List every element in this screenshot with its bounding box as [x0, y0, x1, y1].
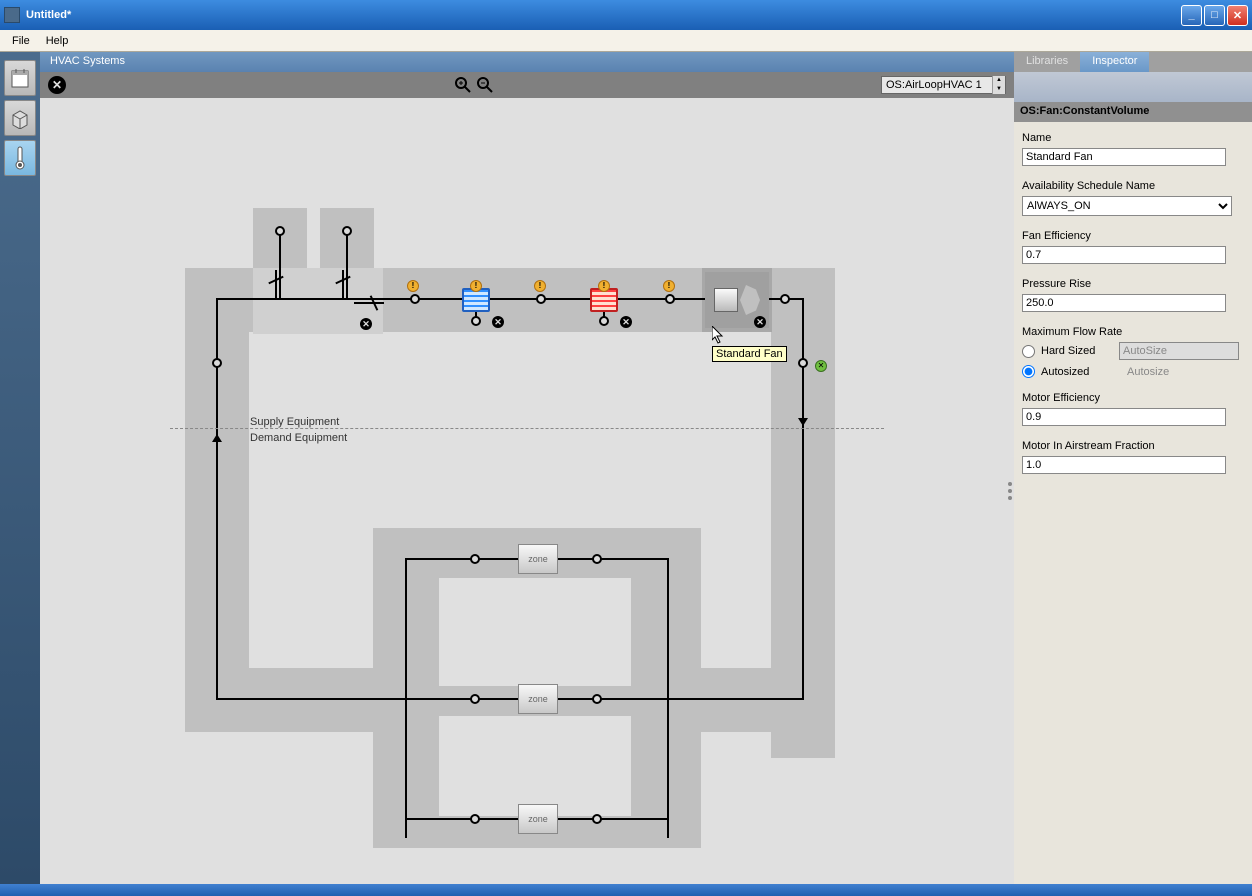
hardsized-input [1119, 342, 1239, 360]
avail-label: Availability Schedule Name [1022, 180, 1244, 192]
motorair-label: Motor In Airstream Fraction [1022, 440, 1244, 452]
close-button[interactable]: ✕ [1227, 5, 1248, 26]
name-input[interactable] [1022, 148, 1226, 166]
titlebar: Untitled* _ □ ✕ [0, 0, 1252, 30]
cube-icon [9, 107, 31, 129]
node[interactable] [342, 226, 352, 236]
warning-icon[interactable]: ! [534, 280, 546, 292]
autosized-label: Autosized [1041, 366, 1113, 378]
node[interactable] [275, 226, 285, 236]
node[interactable] [592, 814, 602, 824]
zone-component[interactable]: zone [518, 684, 558, 714]
motoreff-label: Motor Efficiency [1022, 392, 1244, 404]
delete-loop-button[interactable]: ✕ [48, 76, 66, 94]
node[interactable] [798, 358, 808, 368]
error-icon[interactable]: ✕ [620, 316, 632, 328]
node[interactable] [470, 554, 480, 564]
left-rail [0, 52, 40, 884]
window-title: Untitled* [26, 9, 1181, 21]
zone-component[interactable]: zone [518, 804, 558, 834]
node[interactable] [592, 694, 602, 704]
node[interactable] [471, 316, 481, 326]
add-node-icon[interactable]: ✕ [815, 360, 827, 372]
menu-help[interactable]: Help [38, 33, 77, 49]
warning-icon[interactable]: ! [598, 280, 610, 292]
node[interactable] [592, 554, 602, 564]
calendar-icon [10, 67, 30, 89]
tab-libraries[interactable]: Libraries [1014, 52, 1080, 72]
motorair-input[interactable] [1022, 456, 1226, 474]
toolbar: ✕ ▲▼ [40, 72, 1014, 98]
thermometer-icon [13, 145, 27, 171]
loop-selector[interactable]: ▲▼ [881, 76, 1006, 94]
hardsized-radio[interactable] [1022, 345, 1035, 358]
faneff-label: Fan Efficiency [1022, 230, 1244, 242]
demand-label: Demand Equipment [250, 432, 347, 444]
error-icon[interactable]: ✕ [754, 316, 766, 328]
pressure-label: Pressure Rise [1022, 278, 1244, 290]
cursor-icon [712, 326, 726, 351]
warning-icon[interactable]: ! [470, 280, 482, 292]
node[interactable] [665, 294, 675, 304]
zoom-out-button[interactable] [476, 76, 494, 94]
motoreff-input[interactable] [1022, 408, 1226, 426]
panel-resize-grip[interactable] [1006, 476, 1014, 506]
zoom-in-button[interactable] [454, 76, 472, 94]
tab-inspector[interactable]: Inspector [1080, 52, 1149, 72]
node[interactable] [599, 316, 609, 326]
maximize-button[interactable]: □ [1204, 5, 1225, 26]
diagram-canvas[interactable]: Supply Equipment Demand Equipment [40, 98, 1014, 884]
hardsized-label: Hard Sized [1041, 345, 1113, 357]
avail-select[interactable]: AlWAYS_ON [1022, 196, 1232, 216]
damper-component[interactable] [332, 274, 356, 298]
node[interactable] [470, 694, 480, 704]
damper-component[interactable] [265, 274, 289, 298]
error-icon[interactable]: ✕ [360, 318, 372, 330]
zoom-out-icon [477, 77, 493, 93]
inspector-sub-header [1014, 72, 1252, 102]
autosize-text: Autosize [1127, 366, 1169, 378]
zoom-in-icon [455, 77, 471, 93]
statusbar [0, 884, 1252, 896]
fan-blade-icon [740, 285, 760, 315]
loop-selector-input[interactable] [882, 77, 992, 93]
rail-hvac-button[interactable] [4, 140, 36, 176]
app-icon [4, 7, 20, 23]
warning-icon[interactable]: ! [663, 280, 675, 292]
loop-spinner[interactable]: ▲▼ [992, 76, 1005, 94]
node[interactable] [780, 294, 790, 304]
zone-component[interactable]: zone [518, 544, 558, 574]
node[interactable] [536, 294, 546, 304]
section-header: HVAC Systems [40, 52, 1014, 72]
menubar: File Help [0, 30, 1252, 52]
rail-schedule-button[interactable] [4, 60, 36, 96]
error-icon[interactable]: ✕ [492, 316, 504, 328]
minimize-button[interactable]: _ [1181, 5, 1202, 26]
faneff-input[interactable] [1022, 246, 1226, 264]
warning-icon[interactable]: ! [407, 280, 419, 292]
pressure-input[interactable] [1022, 294, 1226, 312]
supply-label: Supply Equipment [250, 416, 339, 428]
maxflow-label: Maximum Flow Rate [1022, 326, 1244, 338]
menu-file[interactable]: File [4, 33, 38, 49]
node[interactable] [212, 358, 222, 368]
name-label: Name [1022, 132, 1244, 144]
inspector-type: OS:Fan:ConstantVolume [1014, 102, 1252, 122]
node[interactable] [410, 294, 420, 304]
node[interactable] [470, 814, 480, 824]
inspector-panel: Libraries Inspector OS:Fan:ConstantVolum… [1014, 52, 1252, 884]
damper-component[interactable] [356, 292, 380, 316]
autosized-radio[interactable] [1022, 365, 1035, 378]
rail-geometry-button[interactable] [4, 100, 36, 136]
fan-icon [714, 288, 738, 312]
